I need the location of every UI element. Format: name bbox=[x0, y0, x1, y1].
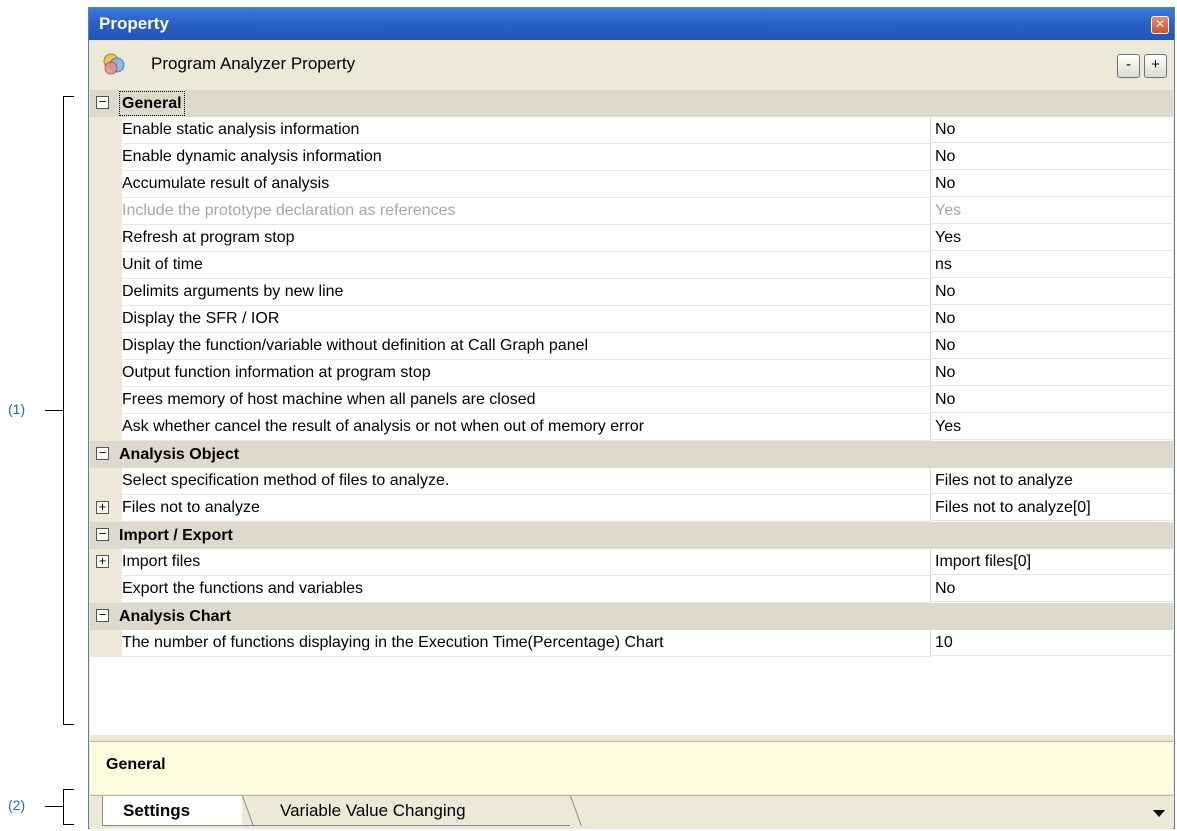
collapse-icon[interactable]: − bbox=[96, 527, 109, 541]
tab-divider bbox=[570, 796, 582, 826]
property-name: Select specification method of files to … bbox=[122, 468, 931, 495]
property-row-disabled: Include the prototype declaration as ref… bbox=[90, 198, 1173, 225]
property-name: Frees memory of host machine when all pa… bbox=[122, 387, 931, 414]
property-row[interactable]: Enable dynamic analysis information No bbox=[90, 144, 1173, 171]
property-name: Refresh at program stop bbox=[122, 225, 931, 252]
callout-1-tick bbox=[45, 410, 63, 411]
property-row[interactable]: Enable static analysis information No bbox=[90, 117, 1173, 144]
property-value[interactable]: No bbox=[931, 117, 1173, 143]
tab-variable-value-changing[interactable]: Variable Value Changing bbox=[240, 796, 570, 826]
property-row[interactable]: Ask whether cancel the result of analysi… bbox=[90, 414, 1173, 441]
property-row[interactable]: The number of functions displaying in th… bbox=[90, 630, 1173, 657]
property-value[interactable]: Import files[0] bbox=[931, 549, 1173, 575]
property-row[interactable]: Select specification method of files to … bbox=[90, 468, 1173, 495]
property-row[interactable]: Output function information at program s… bbox=[90, 360, 1173, 387]
property-row[interactable]: Delimits arguments by new line No bbox=[90, 279, 1173, 306]
property-value[interactable]: No bbox=[931, 576, 1173, 602]
property-grid: − General Enable static analysis informa… bbox=[90, 90, 1173, 735]
callout-2-tick bbox=[45, 806, 63, 807]
tab-settings-label: Settings bbox=[123, 801, 191, 820]
property-value[interactable]: Yes bbox=[931, 414, 1173, 440]
title-bar[interactable]: Property ✕ bbox=[89, 8, 1174, 40]
property-value[interactable]: No bbox=[931, 306, 1173, 332]
property-row[interactable]: Display the SFR / IOR No bbox=[90, 306, 1173, 333]
property-name: Unit of time bbox=[122, 252, 931, 279]
collapse-icon[interactable]: − bbox=[96, 95, 109, 109]
category-label: General bbox=[119, 91, 185, 116]
property-row[interactable]: Display the function/variable without de… bbox=[90, 333, 1173, 360]
property-name: Delimits arguments by new line bbox=[122, 279, 931, 306]
callout-2-label: (2) bbox=[8, 797, 26, 813]
property-name: Display the function/variable without de… bbox=[122, 333, 931, 360]
expand-icon[interactable]: + bbox=[96, 554, 109, 568]
property-value[interactable]: ns bbox=[931, 252, 1173, 278]
property-value: Yes bbox=[931, 198, 1173, 224]
collapse-icon[interactable]: − bbox=[96, 446, 109, 460]
property-row[interactable]: Export the functions and variables No bbox=[90, 576, 1173, 603]
property-row[interactable]: Frees memory of host machine when all pa… bbox=[90, 387, 1173, 414]
property-name: The number of functions displaying in th… bbox=[122, 630, 931, 657]
property-value[interactable]: Files not to analyze bbox=[931, 468, 1173, 494]
property-row[interactable]: + Import files Import files[0] bbox=[90, 549, 1173, 576]
property-name: Enable static analysis information bbox=[122, 117, 931, 144]
callout-1-label: (1) bbox=[8, 401, 26, 417]
property-name: Ask whether cancel the result of analysi… bbox=[122, 414, 931, 441]
property-value[interactable]: No bbox=[931, 360, 1173, 386]
property-value[interactable]: No bbox=[931, 387, 1173, 413]
property-name: Import files bbox=[122, 549, 931, 576]
callout-1-bracket bbox=[63, 96, 74, 725]
property-value[interactable]: No bbox=[931, 279, 1173, 305]
property-name: Export the functions and variables bbox=[122, 576, 931, 603]
property-value[interactable]: Files not to analyze[0] bbox=[931, 495, 1173, 521]
tab-bar: Settings Variable Value Changing bbox=[90, 795, 1173, 829]
property-title: Program Analyzer Property bbox=[151, 54, 356, 73]
property-name: Files not to analyze bbox=[122, 495, 931, 522]
tab-settings[interactable]: Settings bbox=[102, 796, 242, 826]
category-analysis-object[interactable]: − Analysis Object bbox=[90, 441, 1173, 468]
property-value[interactable]: No bbox=[931, 333, 1173, 359]
property-row[interactable]: Unit of time ns bbox=[90, 252, 1173, 279]
property-panel: Property ✕ Program Analyzer Property - +… bbox=[88, 7, 1175, 829]
category-general[interactable]: − General bbox=[90, 90, 1173, 117]
chevron-down-icon[interactable] bbox=[1153, 810, 1165, 817]
property-value[interactable]: 10 bbox=[931, 630, 1173, 656]
expand-all-button[interactable]: + bbox=[1144, 54, 1167, 78]
property-name: Display the SFR / IOR bbox=[122, 306, 931, 333]
callout-2-bracket bbox=[63, 789, 74, 825]
category-label: Import / Export bbox=[119, 527, 233, 544]
window-title: Property bbox=[99, 14, 169, 33]
category-label: Analysis Chart bbox=[119, 608, 232, 625]
property-row[interactable]: + Files not to analyze Files not to anal… bbox=[90, 495, 1173, 522]
property-name: Accumulate result of analysis bbox=[122, 171, 931, 198]
program-analyzer-icon bbox=[103, 53, 125, 75]
property-value[interactable]: No bbox=[931, 144, 1173, 170]
property-row[interactable]: Refresh at program stop Yes bbox=[90, 225, 1173, 252]
category-label: Analysis Object bbox=[119, 446, 240, 463]
description-area: General bbox=[90, 741, 1173, 794]
property-name: Output function information at program s… bbox=[122, 360, 931, 387]
property-row[interactable]: Accumulate result of analysis No bbox=[90, 171, 1173, 198]
description-title: General bbox=[106, 756, 166, 773]
property-name: Include the prototype declaration as ref… bbox=[122, 198, 931, 225]
property-value[interactable]: Yes bbox=[931, 225, 1173, 251]
category-analysis-chart[interactable]: − Analysis Chart bbox=[90, 603, 1173, 630]
category-import-export[interactable]: − Import / Export bbox=[90, 522, 1173, 549]
collapse-all-button[interactable]: - bbox=[1117, 54, 1140, 78]
tab-variable-label: Variable Value Changing bbox=[280, 801, 466, 820]
close-icon[interactable]: ✕ bbox=[1151, 16, 1169, 34]
collapse-icon[interactable]: − bbox=[96, 608, 109, 622]
property-value[interactable]: No bbox=[931, 171, 1173, 197]
expand-icon[interactable]: + bbox=[96, 500, 109, 514]
property-name: Enable dynamic analysis information bbox=[122, 144, 931, 171]
property-header: Program Analyzer Property - + bbox=[89, 40, 1174, 89]
